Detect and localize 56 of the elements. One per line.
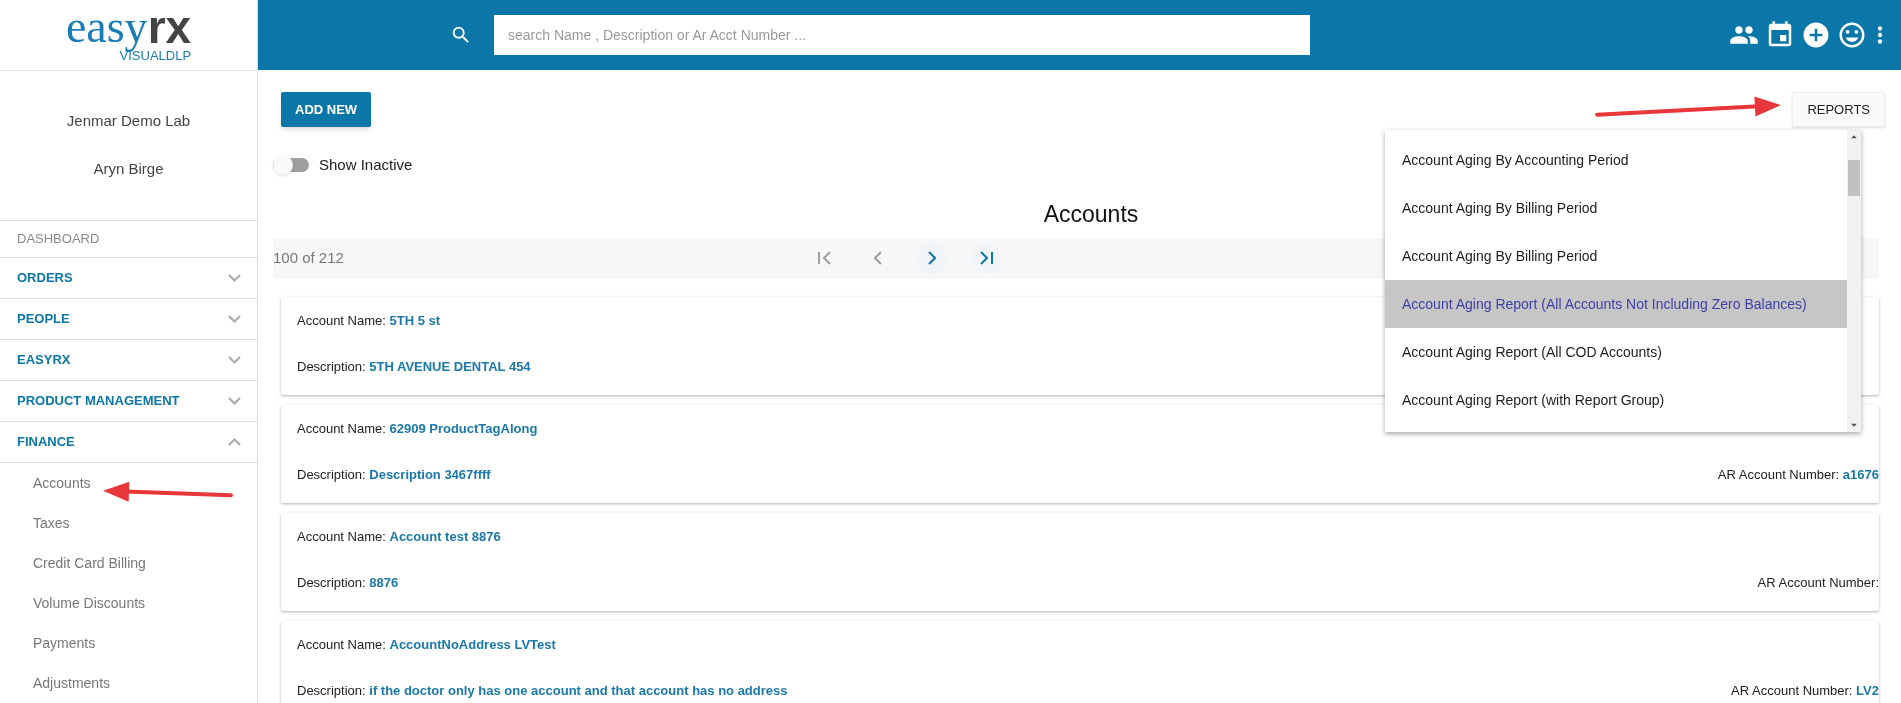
account-description: Description: if the doctor only has one account and that account has no address — [297, 682, 788, 700]
page-count: 100 of 212 — [273, 247, 344, 268]
page-title: Accounts — [1042, 200, 1139, 229]
scrollbar[interactable] — [1847, 130, 1861, 432]
sidebar-subitem[interactable]: Payments — [0, 623, 257, 663]
sidebar-subitem[interactable]: Taxes — [0, 503, 257, 543]
logo-wordmark: rx — [147, 7, 192, 48]
account-description: Description: 8876 — [297, 574, 399, 592]
sidebar-item[interactable]: ORDERS — [0, 258, 257, 299]
search-icon — [450, 24, 472, 46]
account-description: Description: 5TH AVENUE DENTAL 454 — [297, 358, 531, 376]
smiley-icon[interactable] — [1837, 20, 1867, 50]
user-name: Aryn Birge — [93, 159, 164, 180]
account-name: Account Name: Account test 8876 — [297, 527, 501, 546]
sidebar-subitem[interactable]: Credit Card Billing — [0, 543, 257, 583]
search-field[interactable]: search Name , Description or Ar Acct Number ... — [494, 15, 1310, 55]
sidebar-item[interactable]: EASYRX — [0, 340, 257, 381]
account-card[interactable]: Account Name: AccountNoAddress LVTest Description: if the doctor only has one account and that account has no address AR Account Number: LV2 — [281, 620, 1879, 703]
account-card[interactable]: Account Name: Account test 8876 Description: 8876 AR Account Number: — [281, 512, 1879, 611]
chevron-up-icon — [228, 438, 241, 446]
sidebar-item[interactable]: FINANCE — [0, 422, 257, 463]
sidebar-subitem[interactable]: Volume Discounts — [0, 583, 257, 623]
dashboard-link[interactable]: DASHBOARD — [0, 220, 257, 258]
chevron-down-icon — [228, 274, 241, 282]
chevron-down-icon — [228, 315, 241, 323]
chevron-down-icon — [228, 397, 241, 405]
menu-item[interactable]: Account Aging Report (All COD Accounts) — [1385, 328, 1847, 376]
last-page-icon — [979, 251, 993, 265]
toggle-switch[interactable] — [273, 158, 309, 172]
next-page-icon — [928, 251, 936, 265]
account-name: Account Name: 62909 ProductTagAlong — [297, 419, 538, 438]
add-icon[interactable] — [1801, 20, 1831, 50]
add-new-button[interactable]: ADD NEW — [281, 92, 372, 127]
reports-button[interactable]: REPORTS — [1792, 92, 1885, 127]
sidebar-item[interactable]: PEOPLE — [0, 299, 257, 340]
sidebar-subitem[interactable]: Accounts — [0, 463, 257, 503]
account-description: Description: Description 3467ffff — [297, 466, 491, 484]
menu-item[interactable]: Account Aging By Billing Period — [1385, 184, 1847, 232]
lab-name: Jenmar Demo Lab — [66, 110, 191, 131]
next-page-button[interactable] — [917, 243, 947, 273]
ar-account-number: AR Account Number: a1676 — [1717, 466, 1879, 484]
ar-account-number: AR Account Number: — [1757, 574, 1879, 592]
ar-account-number: AR Account Number: LV2 — [1731, 682, 1879, 700]
account-name: Account Name: 5TH 5 st — [297, 311, 441, 330]
sidebar-item[interactable]: PRODUCT MANAGEMENT — [0, 381, 257, 422]
menu-item[interactable]: Account Aging By Accounting Period — [1385, 136, 1847, 184]
chevron-down-icon — [228, 356, 241, 364]
menu-item[interactable]: Account Aging Report (All Accounts Not Including Zero Balances) — [1385, 280, 1847, 328]
account-name: Account Name: AccountNoAddress LVTest — [297, 635, 556, 654]
first-page-icon — [817, 251, 831, 265]
sidebar-subitem[interactable]: Adjustments — [0, 663, 257, 703]
toggle-label: Show Inactive — [319, 154, 413, 175]
last-page-button[interactable] — [971, 243, 1001, 273]
prev-page-icon — [874, 251, 882, 265]
scrollbar-thumb[interactable] — [1848, 160, 1860, 196]
menu-item[interactable]: Account Aging By Billing Period — [1385, 232, 1847, 280]
